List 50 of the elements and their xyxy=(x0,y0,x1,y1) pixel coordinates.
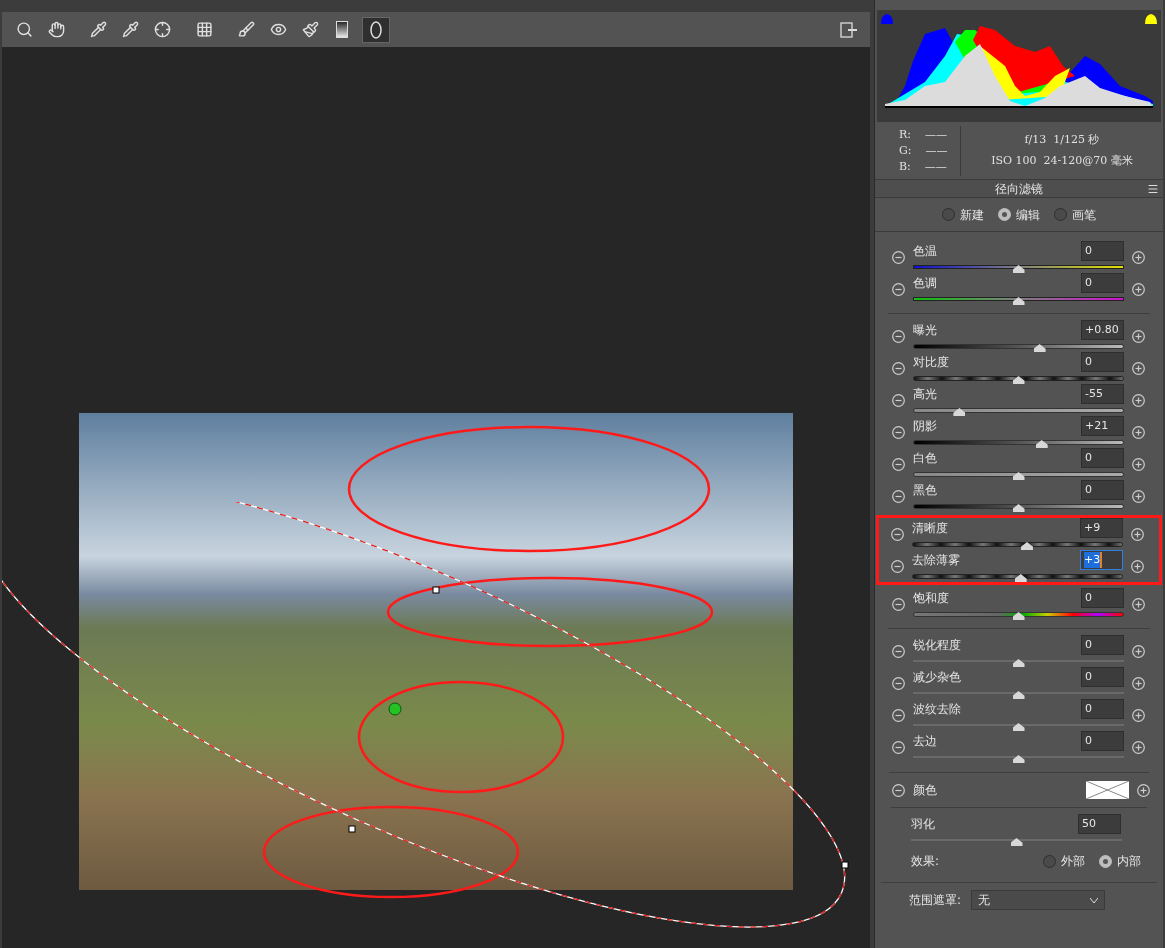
value-field[interactable]: +21 xyxy=(1081,416,1124,436)
slider-label: 色调 xyxy=(913,275,937,292)
channel-value: —— xyxy=(925,142,948,159)
value-field[interactable]: +9 xyxy=(1080,518,1123,538)
slider-label: 高光 xyxy=(913,386,937,403)
slider-label: 锐化程度 xyxy=(913,637,961,654)
radio-option[interactable]: 新建 xyxy=(942,205,984,224)
radio-option[interactable]: 画笔 xyxy=(1054,205,1096,224)
value-field[interactable]: 50 xyxy=(1078,814,1121,834)
camera-info: ISO 100 24-120@70 毫米 xyxy=(991,152,1133,169)
color-label: 颜色 xyxy=(913,782,938,799)
slider-label: 清晰度 xyxy=(912,520,948,537)
value-field[interactable]: 0 xyxy=(1081,241,1124,261)
radio-option[interactable]: 内部 xyxy=(1099,852,1141,870)
slider-label: 色温 xyxy=(913,243,937,260)
value-field[interactable]: -55 xyxy=(1081,384,1124,404)
value-field[interactable]: 0 xyxy=(1081,699,1124,719)
slider-label: 饱和度 xyxy=(913,590,949,607)
value-field[interactable]: +0.80 xyxy=(1081,320,1124,340)
slider-label: 去边 xyxy=(913,733,937,750)
channel-label: B: xyxy=(899,158,911,175)
value-field[interactable]: 0 xyxy=(1081,480,1124,500)
value-field[interactable]: 0 xyxy=(1081,588,1124,608)
effect-label: 效果: xyxy=(911,853,941,870)
channel-value: —— xyxy=(925,126,947,143)
slider-label: 阴影 xyxy=(913,418,937,435)
radio-option[interactable]: 编辑 xyxy=(998,205,1040,224)
value-field[interactable]: 0 xyxy=(1081,667,1124,687)
range-mask-dropdown[interactable]: 无 xyxy=(971,890,1106,910)
value-field[interactable]: +3 xyxy=(1080,550,1123,570)
slider-label: 黑色 xyxy=(913,482,937,499)
camera-info: f/13 1/125 秒 xyxy=(1024,132,1100,148)
slider-label: 去除薄雾 xyxy=(912,552,960,569)
slider-label: 波纹去除 xyxy=(913,701,961,718)
value-field[interactable]: 0 xyxy=(1081,448,1124,468)
value-field[interactable]: 0 xyxy=(1081,273,1124,293)
slider-label: 对比度 xyxy=(913,354,949,371)
feather-label: 羽化 xyxy=(911,816,935,833)
channel-label: R: xyxy=(899,126,911,143)
value-field[interactable]: 0 xyxy=(1081,635,1124,655)
slider-label: 减少杂色 xyxy=(913,669,961,686)
value-field[interactable]: 0 xyxy=(1081,731,1124,751)
panel-title: 径向滤镜 xyxy=(995,180,1043,198)
slider-label: 白色 xyxy=(913,450,937,467)
radio-option[interactable]: 外部 xyxy=(1043,852,1085,870)
slider-label: 曝光 xyxy=(913,322,937,339)
value-field[interactable]: 0 xyxy=(1081,352,1124,372)
channel-label: G: xyxy=(899,142,912,159)
channel-value: —— xyxy=(924,158,947,175)
range-mask-label: 范围遮罩: xyxy=(909,892,962,909)
